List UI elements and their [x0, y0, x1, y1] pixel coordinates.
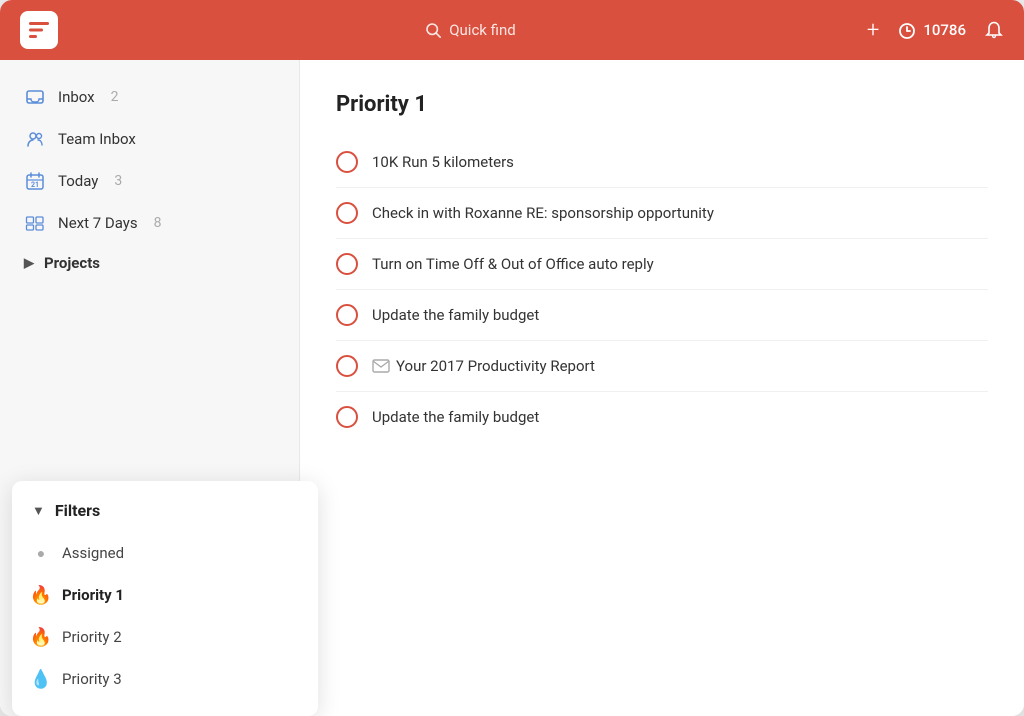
- filter-assigned-label: Assigned: [62, 544, 124, 562]
- bell-icon[interactable]: [984, 20, 1004, 40]
- projects-label: Projects: [44, 254, 100, 272]
- svg-text:21: 21: [31, 181, 39, 189]
- task-text-4: Update the family budget: [372, 306, 539, 324]
- filter-priority2-label: Priority 2: [62, 628, 122, 646]
- task-checkbox-5[interactable]: [336, 355, 358, 377]
- task-item-5: Your 2017 Productivity Report: [336, 341, 988, 392]
- task-text-3: Turn on Time Off & Out of Office auto re…: [372, 255, 654, 273]
- today-icon: 21: [24, 170, 46, 192]
- filters-panel: ▼ Filters ● Assigned 🔥 Priority 1 🔥 Prio…: [12, 481, 318, 716]
- main-layout: Inbox 2 Team Inbox: [0, 60, 1024, 716]
- task-text-1: 10K Run 5 kilometers: [372, 153, 514, 171]
- email-icon: [372, 359, 390, 373]
- app-window: Quick find + 10786: [0, 0, 1024, 716]
- filter-item-assigned[interactable]: ● Assigned: [12, 532, 318, 574]
- task-checkbox-6[interactable]: [336, 406, 358, 428]
- filters-label: Filters: [55, 501, 100, 520]
- team-inbox-label: Team Inbox: [58, 130, 136, 148]
- task-text-2: Check in with Roxanne RE: sponsorship op…: [372, 204, 714, 222]
- today-label: Today: [58, 172, 98, 190]
- filter-priority1-label: Priority 1: [62, 586, 124, 604]
- filters-header[interactable]: ▼ Filters: [12, 489, 318, 532]
- app-logo[interactable]: [20, 11, 58, 49]
- filter-item-priority2[interactable]: 🔥 Priority 2: [12, 616, 318, 658]
- task-item-4: Update the family budget: [336, 290, 988, 341]
- today-badge: 3: [114, 173, 122, 189]
- task-checkbox-4[interactable]: [336, 304, 358, 326]
- priority3-dot-icon: 💧: [32, 668, 50, 690]
- search-placeholder-text: Quick find: [449, 21, 515, 39]
- main-content: Priority 1 10K Run 5 kilometers Check in…: [300, 60, 1024, 716]
- next7days-label: Next 7 Days: [58, 214, 138, 232]
- sidebar-item-today[interactable]: 21 Today 3: [0, 160, 299, 202]
- team-inbox-icon: [24, 128, 46, 150]
- sidebar: Inbox 2 Team Inbox: [0, 60, 300, 716]
- task-checkbox-1[interactable]: [336, 151, 358, 173]
- next7days-icon: [24, 212, 46, 234]
- inbox-label: Inbox: [58, 88, 95, 106]
- search-bar[interactable]: Quick find: [74, 21, 867, 39]
- filter-item-priority3[interactable]: 💧 Priority 3: [12, 658, 318, 700]
- task-item-1: 10K Run 5 kilometers: [336, 137, 988, 188]
- projects-section[interactable]: ▶ Projects: [0, 244, 299, 282]
- score-value: 10786: [923, 21, 966, 39]
- task-text-6: Update the family budget: [372, 408, 539, 426]
- timer-icon: [897, 20, 917, 40]
- section-title: Priority 1: [336, 92, 988, 117]
- topbar: Quick find + 10786: [0, 0, 1024, 60]
- karma-score: 10786: [897, 20, 966, 40]
- projects-chevron-icon: ▶: [24, 256, 34, 271]
- add-button[interactable]: +: [867, 18, 879, 43]
- inbox-badge: 2: [111, 89, 119, 105]
- topbar-actions: + 10786: [867, 18, 1004, 43]
- assigned-dot-icon: ●: [32, 542, 50, 564]
- filter-item-priority1[interactable]: 🔥 Priority 1: [12, 574, 318, 616]
- task-item-6: Update the family budget: [336, 392, 988, 442]
- inbox-icon: [24, 86, 46, 108]
- sidebar-item-next7days[interactable]: Next 7 Days 8: [0, 202, 299, 244]
- sidebar-item-inbox[interactable]: Inbox 2: [0, 76, 299, 118]
- sidebar-item-team-inbox[interactable]: Team Inbox: [0, 118, 299, 160]
- next7days-badge: 8: [154, 215, 162, 231]
- search-icon: [425, 22, 441, 38]
- filters-chevron-icon: ▼: [32, 503, 45, 519]
- task-checkbox-3[interactable]: [336, 253, 358, 275]
- task-text-5: Your 2017 Productivity Report: [396, 357, 595, 375]
- task-checkbox-2[interactable]: [336, 202, 358, 224]
- task-item-3: Turn on Time Off & Out of Office auto re…: [336, 239, 988, 290]
- task-email-wrap: Your 2017 Productivity Report: [372, 357, 595, 375]
- priority2-dot-icon: 🔥: [32, 626, 50, 648]
- priority1-dot-icon: 🔥: [32, 584, 50, 606]
- task-list: 10K Run 5 kilometers Check in with Roxan…: [336, 137, 988, 442]
- filter-priority3-label: Priority 3: [62, 670, 122, 688]
- task-item-2: Check in with Roxanne RE: sponsorship op…: [336, 188, 988, 239]
